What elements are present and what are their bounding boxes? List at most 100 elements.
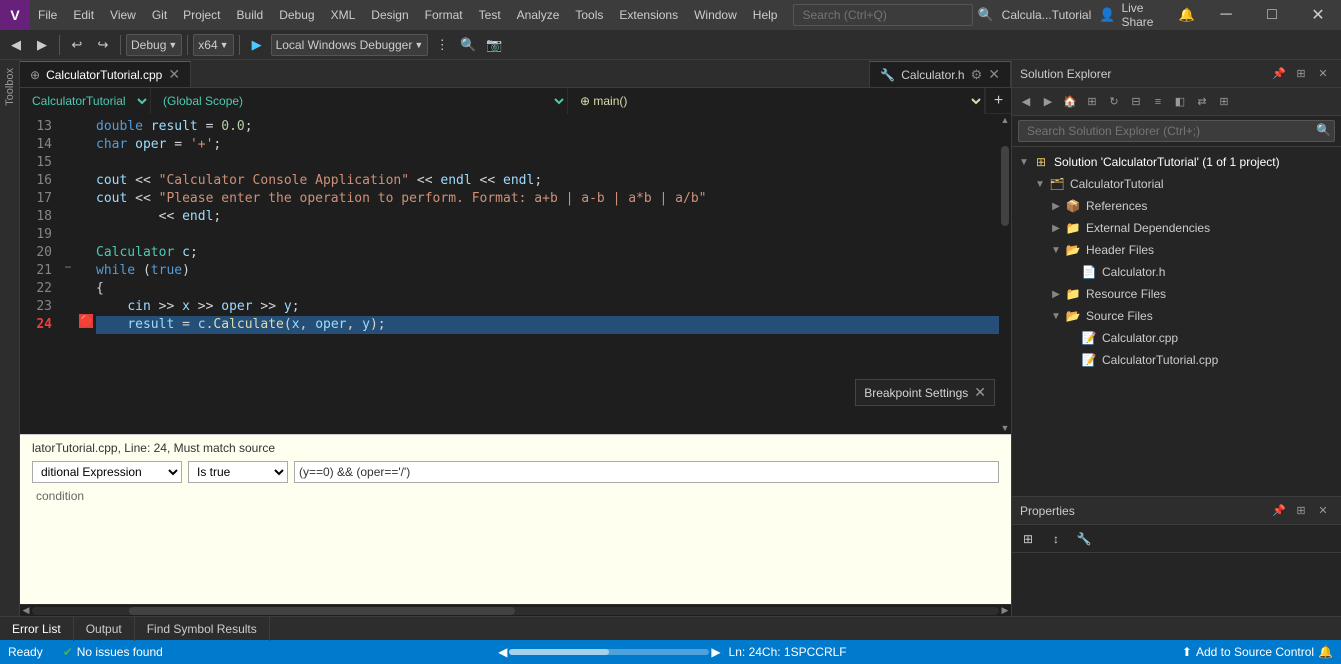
maximize-button[interactable]: □: [1249, 0, 1295, 30]
solution-explorer: Solution Explorer 📌 ⊞ ✕ ◀ ▶ 🏠 ⊞ ↻ ⊟ ≡ ◧ …: [1012, 60, 1341, 496]
menu-file[interactable]: File: [30, 0, 65, 30]
toolbar-separator-4: [239, 35, 240, 55]
tree-references[interactable]: ▶ 📦 References: [1012, 195, 1341, 217]
nav-member-select[interactable]: (Global Scope): [151, 88, 568, 114]
menu-design[interactable]: Design: [363, 0, 416, 30]
tree-header-files[interactable]: ▼ 📂 Header Files: [1012, 239, 1341, 261]
toolbar-redo-btn[interactable]: ↪: [91, 33, 115, 57]
se-forward-btn[interactable]: ▶: [1038, 92, 1058, 112]
bp-condition-select[interactable]: Is true: [188, 461, 288, 483]
menu-extensions[interactable]: Extensions: [611, 0, 686, 30]
prop-sort-btn[interactable]: ↕: [1044, 528, 1068, 550]
vs-logo: V: [0, 0, 30, 30]
menu-view[interactable]: View: [102, 0, 144, 30]
hscroll-left[interactable]: ◀: [20, 605, 32, 617]
tree-solution[interactable]: ▼ ⊞ Solution 'CalculatorTutorial' (1 of …: [1012, 151, 1341, 173]
menu-tools[interactable]: Tools: [567, 0, 611, 30]
se-dock-button[interactable]: ⊞: [1291, 64, 1311, 84]
tree-calculator-cpp[interactable]: 📝 Calculator.cpp: [1012, 327, 1341, 349]
se-properties-btn[interactable]: ⊞: [1082, 92, 1102, 112]
prop-pin-button[interactable]: 📌: [1269, 501, 1289, 521]
tab-calculator-tutorial[interactable]: ⊕ CalculatorTutorial.cpp ✕: [20, 61, 191, 87]
toolbar-undo-btn[interactable]: ↩: [65, 33, 89, 57]
prop-close-button[interactable]: ✕: [1313, 501, 1333, 521]
se-pin-button[interactable]: 📌: [1269, 64, 1289, 84]
search-input[interactable]: [793, 4, 973, 26]
tab-calculator-h[interactable]: 🔧 Calculator.h ⚙ ✕: [870, 61, 1011, 87]
status-no-issues: No issues found: [77, 645, 163, 659]
editor-vscroll[interactable]: ▲ ▼: [999, 114, 1011, 434]
code-line-20: Calculator c;: [96, 244, 999, 262]
tree-source-files[interactable]: ▼ 📂 Source Files: [1012, 305, 1341, 327]
liveshare-label[interactable]: Live Share: [1121, 1, 1172, 29]
prop-grid-btn[interactable]: ⊞: [1016, 528, 1040, 550]
se-refresh-btn[interactable]: ↻: [1104, 92, 1124, 112]
toolbar-search-btn[interactable]: 🔍: [456, 33, 480, 57]
se-view-btn[interactable]: ◧: [1170, 92, 1190, 112]
vscroll-thumb[interactable]: [1001, 146, 1009, 226]
toolbar-camera-btn[interactable]: 📷: [482, 33, 506, 57]
tab-h-settings[interactable]: ⚙: [971, 67, 983, 83]
menu-project[interactable]: Project: [175, 0, 228, 30]
h-file-icon: 📄: [1080, 263, 1098, 281]
menu-build[interactable]: Build: [229, 0, 272, 30]
tree-resource-files[interactable]: ▶ 📁 Resource Files: [1012, 283, 1341, 305]
nav-add-button[interactable]: +: [985, 88, 1011, 114]
menu-git[interactable]: Git: [144, 0, 175, 30]
ext-deps-icon: 📁: [1064, 219, 1082, 237]
toolbar-forward-btn[interactable]: ▶: [30, 33, 54, 57]
hscroll-track[interactable]: [32, 607, 999, 615]
h-scrollbar[interactable]: ◀ ▶: [20, 604, 1011, 616]
minimize-button[interactable]: ─: [1203, 0, 1249, 30]
run-dropdown[interactable]: Local Windows Debugger ▼: [271, 34, 429, 56]
nav-scope-select[interactable]: CalculatorTutorial: [20, 88, 151, 114]
se-filter-btn[interactable]: ≡: [1148, 92, 1168, 112]
toolbox-label: Toolbox: [4, 64, 16, 110]
menu-window[interactable]: Window: [686, 0, 745, 30]
bp-expression-input[interactable]: [294, 461, 999, 483]
tree-project[interactable]: ▼ 🗂 CalculatorTutorial: [1012, 173, 1341, 195]
vscroll-down[interactable]: ▼: [999, 422, 1011, 434]
hscroll-thumb[interactable]: [129, 607, 516, 615]
tab-calculator-tutorial-close[interactable]: ✕: [168, 66, 180, 83]
run-label: Local Windows Debugger: [276, 38, 413, 52]
se-settings-btn[interactable]: ⊞: [1214, 92, 1234, 112]
tree-calculator-h[interactable]: 📄 Calculator.h: [1012, 261, 1341, 283]
se-close-button[interactable]: ✕: [1313, 64, 1333, 84]
se-back-btn[interactable]: ◀: [1016, 92, 1036, 112]
tab-error-list[interactable]: Error List: [0, 617, 74, 641]
debug-mode-dropdown[interactable]: Debug ▼: [126, 34, 182, 56]
menu-test[interactable]: Test: [471, 0, 509, 30]
menu-format[interactable]: Format: [417, 0, 471, 30]
menu-analyze[interactable]: Analyze: [509, 0, 568, 30]
hscroll-right[interactable]: ▶: [999, 605, 1011, 617]
tree-calculator-tutorial-cpp[interactable]: 📝 CalculatorTutorial.cpp: [1012, 349, 1341, 371]
tab-output[interactable]: Output: [74, 617, 135, 641]
menu-edit[interactable]: Edit: [65, 0, 102, 30]
menu-debug[interactable]: Debug: [271, 0, 322, 30]
platform-dropdown[interactable]: x64 ▼: [193, 34, 233, 56]
search-icon: 🔍: [977, 7, 993, 23]
se-search-input[interactable]: [1018, 120, 1335, 142]
toolbar-back-btn[interactable]: ◀: [4, 33, 28, 57]
prop-wrench-btn[interactable]: 🔧: [1072, 528, 1096, 550]
prop-dock-button[interactable]: ⊞: [1291, 501, 1311, 521]
vscroll-up[interactable]: ▲: [999, 114, 1011, 126]
tab-h-close[interactable]: ✕: [988, 66, 1000, 83]
se-collapse-btn[interactable]: ⊟: [1126, 92, 1146, 112]
menu-xml[interactable]: XML: [323, 0, 364, 30]
run-button[interactable]: ▶: [245, 33, 269, 57]
tab-find-symbol[interactable]: Find Symbol Results: [135, 617, 270, 641]
tree-ext-arrow: ▶: [1048, 223, 1064, 234]
nav-function-select[interactable]: ⊕ main(): [568, 88, 985, 114]
toolbar-extra-btn[interactable]: ⋮: [430, 33, 454, 57]
se-switch-btn[interactable]: ⇄: [1192, 92, 1212, 112]
vscroll-track[interactable]: [999, 126, 1011, 422]
se-toolbar: ◀ ▶ 🏠 ⊞ ↻ ⊟ ≡ ◧ ⇄ ⊞: [1012, 88, 1341, 116]
bp-type-select[interactable]: ditional Expression: [32, 461, 182, 483]
menu-help[interactable]: Help: [745, 0, 786, 30]
se-home-btn[interactable]: 🏠: [1060, 92, 1080, 112]
close-button[interactable]: ✕: [1295, 0, 1341, 30]
breakpoint-settings-close[interactable]: ✕: [974, 384, 986, 401]
tree-ext-deps[interactable]: ▶ 📁 External Dependencies: [1012, 217, 1341, 239]
